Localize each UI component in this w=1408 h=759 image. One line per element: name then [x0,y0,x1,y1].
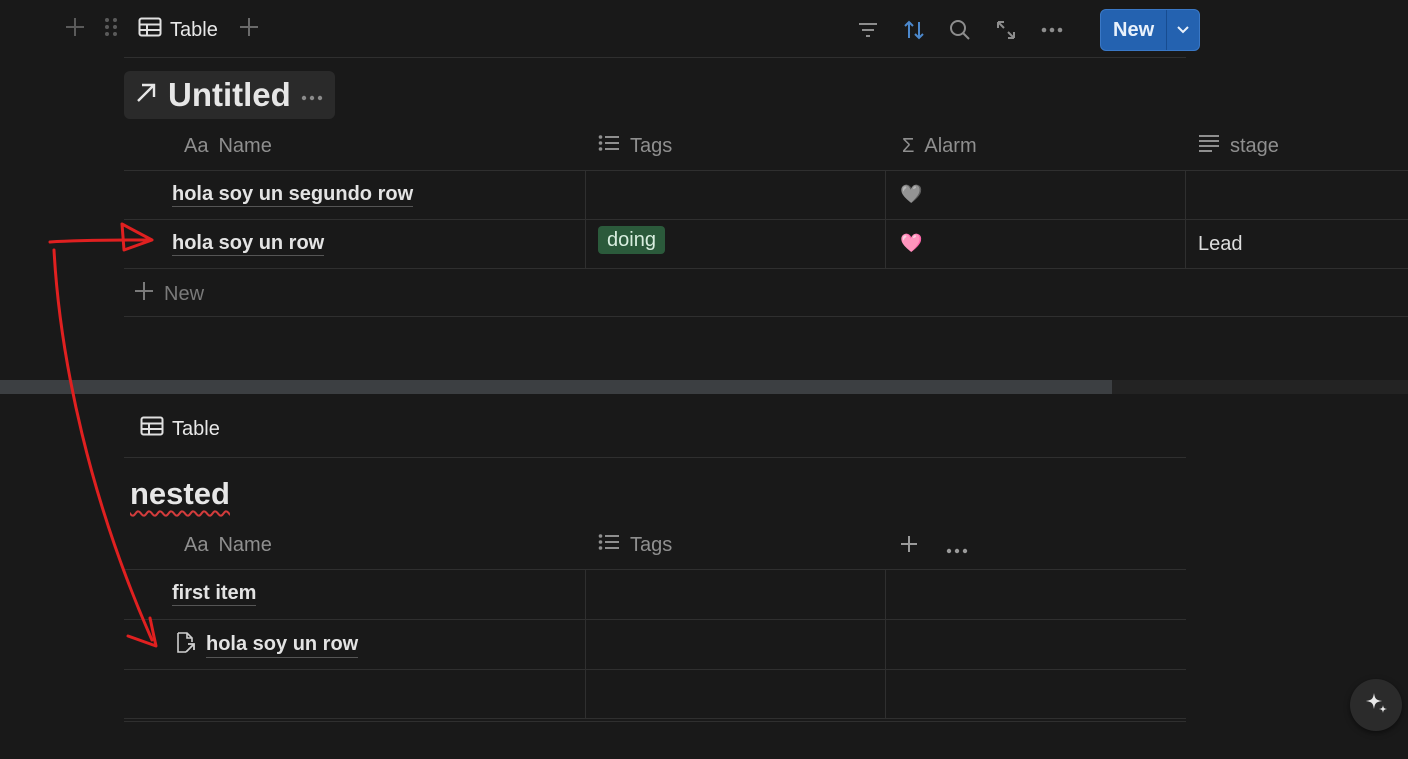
ai-assistant-button[interactable] [1350,679,1402,731]
annotation-arrow [48,222,158,648]
page: Table New Untitled Aa Name Tags Σ Alarm … [0,0,1408,759]
sparkle-icon [1363,690,1389,721]
